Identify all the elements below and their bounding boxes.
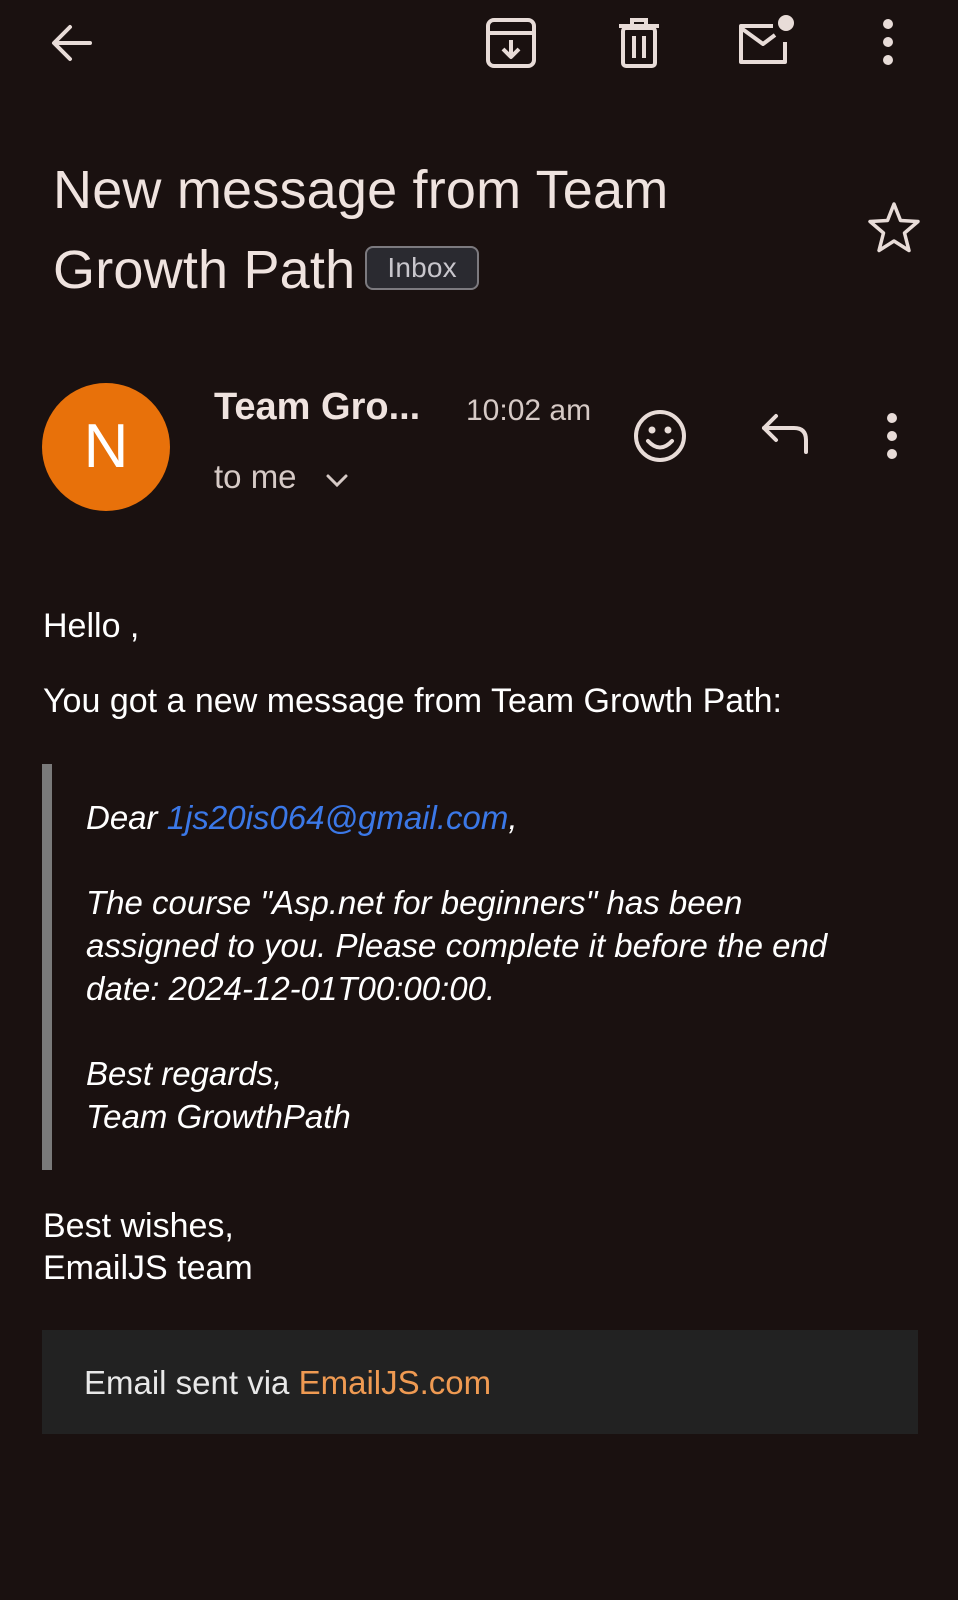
reply-icon[interactable] [758,410,816,460]
message-line: assigned to you. Please complete it befo… [86,927,828,964]
signoff: Best wishes, EmailJS team [43,1205,253,1289]
inbox-label-chip[interactable]: Inbox [365,245,479,290]
message-time: 10:02 am [466,394,592,427]
signoff-team: EmailJS team [43,1249,253,1287]
delete-icon[interactable] [610,14,668,72]
message-line: The course "Asp.net for beginners" has b… [86,884,743,921]
email-footer: Email sent via EmailJS.com [42,1330,918,1434]
subject-text: New message from Team Growth Path [53,160,669,300]
email-subject: New message from Team Growth Path Inbox [53,150,813,310]
more-vert-icon[interactable] [880,412,904,462]
team-name: Team GrowthPath [86,1098,351,1135]
star-icon[interactable] [866,200,922,256]
regards-text: Best regards, [86,1055,283,1092]
message-line: date: 2024-12-01T00:00:00. [86,970,496,1007]
emailjs-link[interactable]: EmailJS.com [299,1364,492,1401]
intro-text: You got a new message from Team Growth P… [43,682,782,720]
more-vert-icon[interactable] [866,14,910,72]
emoji-icon[interactable] [630,406,690,466]
avatar[interactable]: N [42,383,170,511]
recipient-email-link[interactable]: 1js20is064@gmail.com [167,799,509,836]
dear-prefix: Dear [86,799,167,836]
sender-name: Team Gro... [214,386,421,428]
mark-unread-icon[interactable] [735,12,799,72]
footer-prefix: Email sent via [84,1364,299,1401]
back-arrow-icon[interactable] [44,18,98,72]
quoted-message: Dear 1js20is064@gmail.com, The course "A… [86,796,906,1138]
greeting-text: Hello , [43,607,140,645]
archive-icon[interactable] [482,14,540,72]
signoff-line: Best wishes, [43,1207,234,1245]
recipient-details-toggle[interactable]: to me [214,458,350,498]
chevron-down-icon [324,460,350,498]
dear-suffix: , [508,799,518,836]
footer-text: Email sent via EmailJS.com [84,1364,491,1402]
quote-border [42,764,52,1170]
recipient-label: to me [214,458,297,495]
